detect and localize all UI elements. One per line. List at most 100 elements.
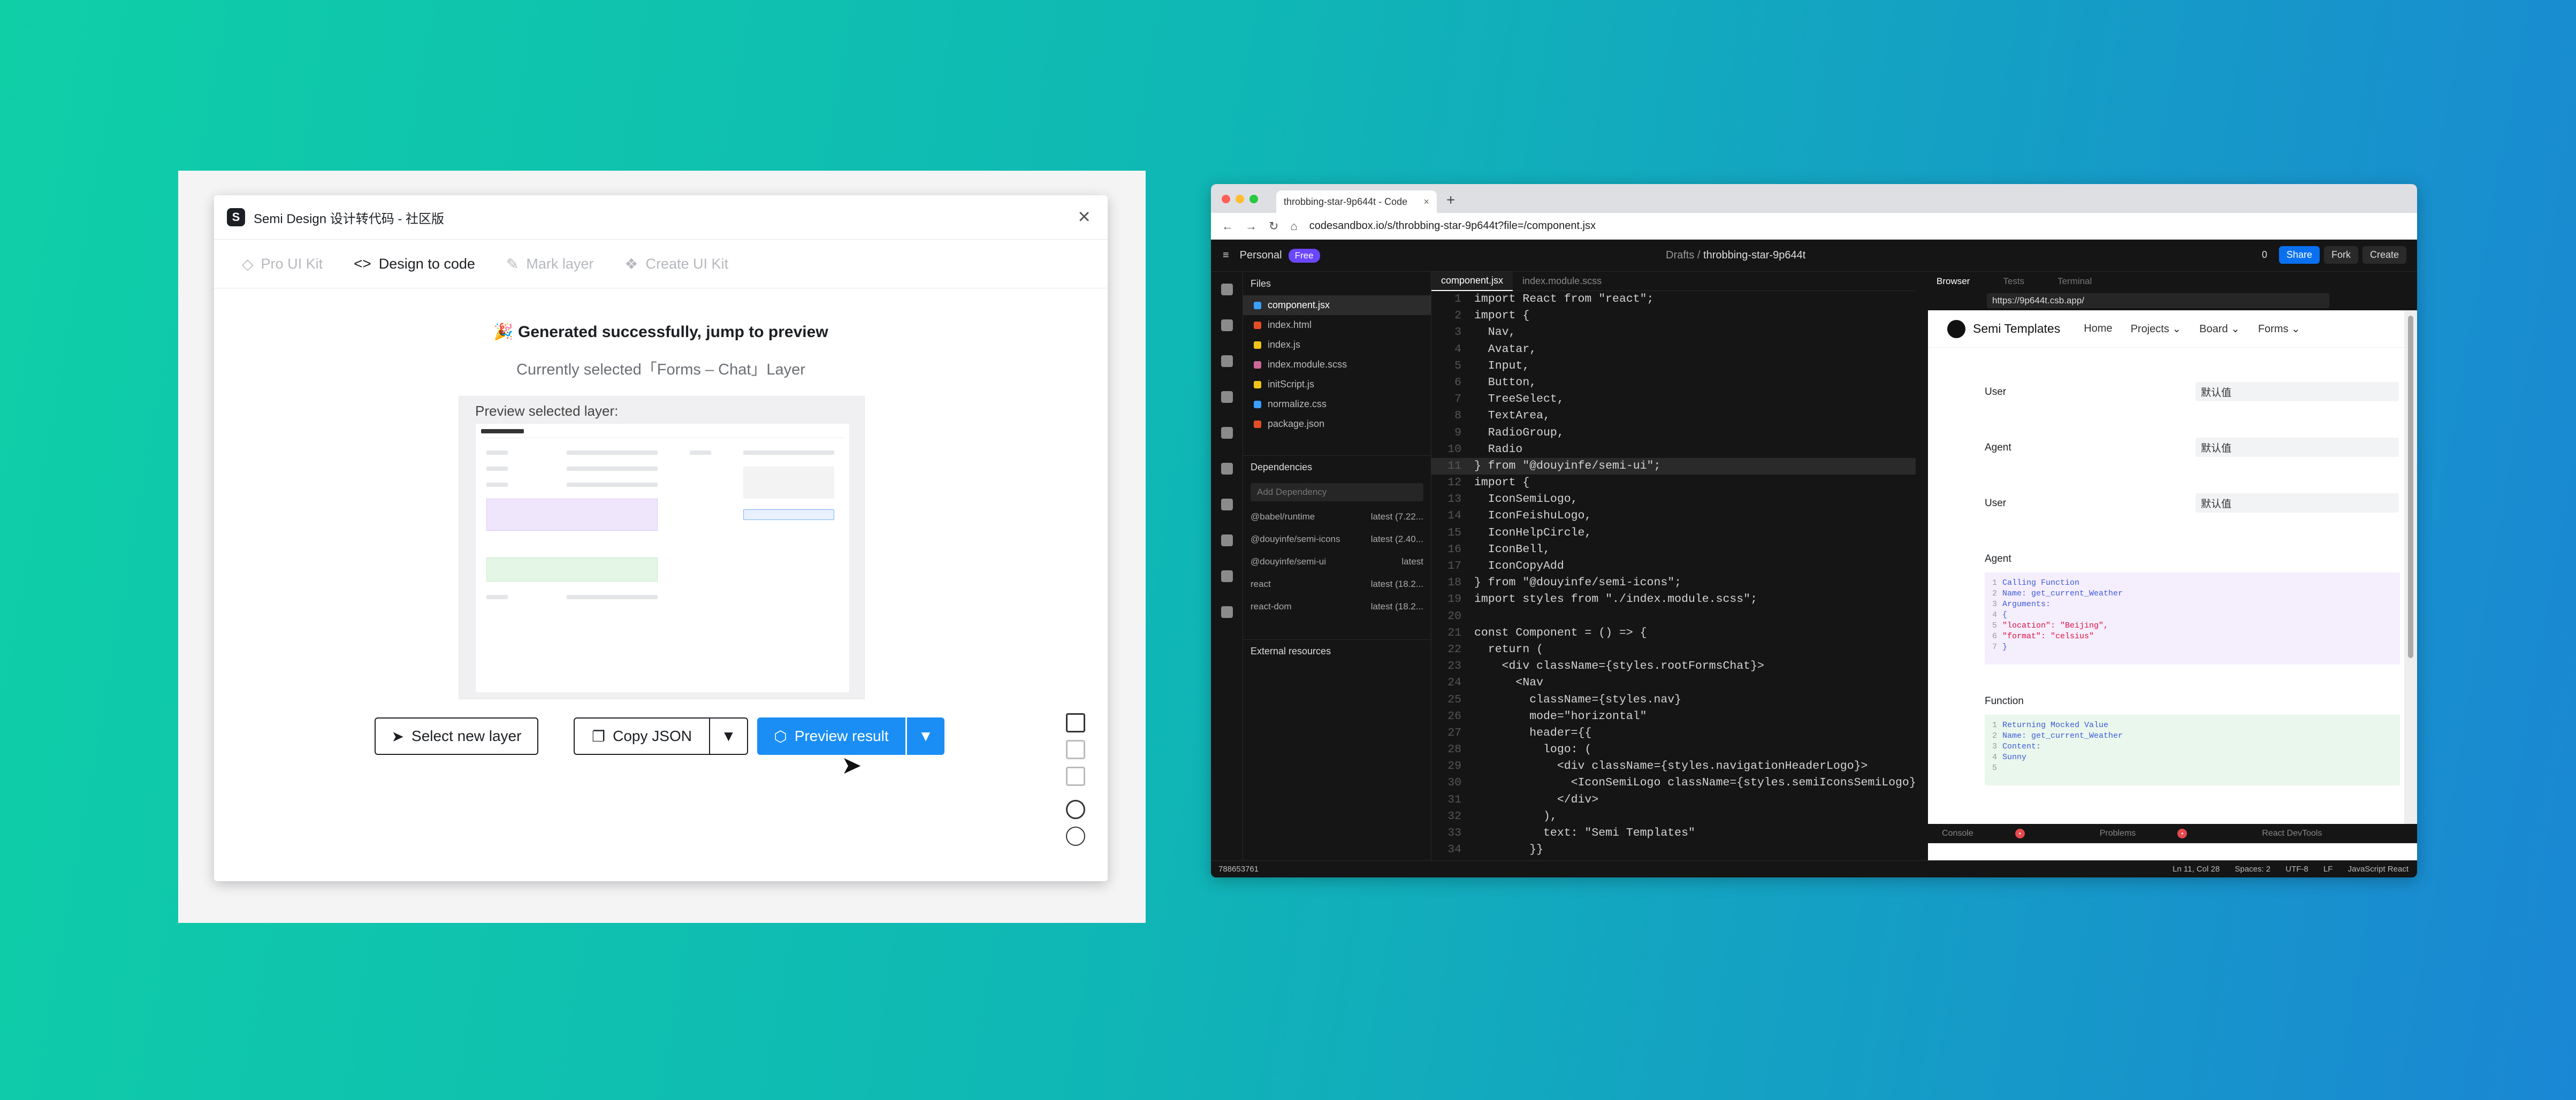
editor-tab[interactable]: component.jsx — [1431, 271, 1513, 291]
code-line[interactable]: 31 </div> — [1431, 792, 1916, 808]
code-line[interactable]: 14 IconFeishuLogo, — [1431, 508, 1916, 524]
code-line[interactable]: 3 Nav, — [1431, 324, 1916, 341]
code-line[interactable]: 15 IconHelpCircle, — [1431, 525, 1916, 541]
pane-url-field[interactable]: https://9p644t.csb.app/ — [1987, 293, 2329, 308]
code-line[interactable]: 17 IconCopyAdd — [1431, 558, 1916, 575]
editor-tab[interactable]: index.module.scss — [1513, 272, 1611, 291]
nav-home[interactable]: Home — [2084, 323, 2112, 335]
browser-tab[interactable]: throbbing-star-9p644t - Code × — [1276, 190, 1437, 213]
menu-icon[interactable]: ≡ — [1223, 249, 1229, 262]
likes-count[interactable]: 0 — [2254, 246, 2275, 264]
code-line[interactable]: 5 Input, — [1431, 358, 1916, 375]
tab-create-ui-kit[interactable]: ❖ Create UI Kit — [624, 255, 728, 273]
files-icon[interactable] — [1221, 319, 1233, 331]
code-line[interactable]: 20 — [1431, 608, 1916, 625]
gear-icon[interactable] — [1066, 800, 1085, 819]
new-tab-icon[interactable]: + — [1446, 192, 1455, 209]
code-line[interactable]: 18} from "@douyinfe/semi-icons"; — [1431, 575, 1916, 591]
preview-result-button[interactable]: ⬡ Preview result — [757, 717, 905, 755]
code-line[interactable]: 27 header={{ — [1431, 725, 1916, 742]
code-line[interactable]: 6 Button, — [1431, 375, 1916, 391]
panel-left-icon[interactable] — [1066, 713, 1085, 732]
forward-icon[interactable]: → — [1245, 219, 1257, 233]
file-item[interactable]: normalize.css — [1243, 394, 1431, 414]
fork-button[interactable]: Fork — [2323, 246, 2358, 264]
code-line[interactable]: 13 IconSemiLogo, — [1431, 491, 1916, 508]
help-icon[interactable] — [1066, 827, 1085, 846]
console-tab[interactable]: Console • — [1942, 829, 2062, 838]
select-new-layer-button[interactable]: ➤ Select new layer — [375, 717, 538, 755]
file-item[interactable]: package.json — [1243, 414, 1431, 434]
tab-pro-ui-kit[interactable]: ◇ Pro UI Kit — [242, 255, 323, 273]
tab-mark-layer[interactable]: ✎ Mark layer — [506, 255, 594, 273]
image-icon[interactable] — [1066, 767, 1085, 786]
sandbox-icon[interactable] — [1221, 284, 1233, 295]
maximize-window-dot[interactable] — [1249, 195, 1258, 203]
problems-tab[interactable]: Problems • — [2100, 829, 2225, 838]
code-line[interactable]: 9 RadioGroup, — [1431, 425, 1916, 441]
file-item[interactable]: index.module.scss — [1243, 355, 1431, 375]
preview-result-dropdown[interactable]: ▼ — [907, 717, 944, 755]
code-line[interactable]: 32 ), — [1431, 808, 1916, 825]
code-line[interactable]: 16 IconBell, — [1431, 541, 1916, 558]
close-window-dot[interactable] — [1222, 195, 1230, 203]
add-dependency-input[interactable]: Add Dependency — [1251, 483, 1423, 501]
files-header[interactable]: Files — [1243, 272, 1431, 295]
dependencies-header[interactable]: Dependencies — [1243, 455, 1431, 479]
code-line[interactable]: 28 logo: ( — [1431, 742, 1916, 758]
dependency-item[interactable]: react latest (18.2... — [1243, 573, 1431, 595]
close-tab-icon[interactable]: × — [1423, 196, 1429, 208]
dependency-item[interactable]: @douyinfe/semi-icons latest (2.40... — [1243, 528, 1431, 551]
field-input[interactable]: 默认值 — [2196, 438, 2399, 457]
preview-scrollbar[interactable] — [2404, 310, 2417, 824]
copy-json-button[interactable]: ❐ Copy JSON — [574, 717, 709, 755]
deploy-icon[interactable] — [1221, 463, 1233, 475]
close-icon[interactable]: × — [1073, 206, 1095, 227]
dependency-item[interactable]: @babel/runtime latest (7.22... — [1243, 506, 1431, 528]
code-content[interactable]: 1 import React from "react"; 2 import {3 Na… — [1431, 291, 1916, 858]
code-line[interactable]: 23 <div className={styles.rootFormsChat}… — [1431, 658, 1916, 675]
code-line[interactable]: 25 className={styles.nav} — [1431, 692, 1916, 708]
code-line[interactable]: 22 return ( — [1431, 641, 1916, 658]
code-line[interactable]: 30 <IconSemiLogo className={styles.semiI… — [1431, 775, 1916, 791]
docker-icon[interactable] — [1221, 534, 1233, 546]
reload-icon[interactable]: ↻ — [1269, 219, 1278, 233]
nav-forms[interactable]: Forms ⌄ — [2258, 322, 2300, 335]
code-line[interactable]: 26 mode="horizontal" — [1431, 708, 1916, 725]
code-line[interactable]: 24 <Nav — [1431, 675, 1916, 691]
code-line[interactable]: 12 import { — [1431, 475, 1916, 491]
share-button[interactable]: Share — [2278, 246, 2320, 264]
dependency-item[interactable]: @douyinfe/semi-ui latest — [1243, 551, 1431, 573]
create-button[interactable]: Create — [2362, 246, 2406, 264]
search-icon[interactable] — [1221, 355, 1233, 367]
github-icon[interactable] — [1221, 427, 1233, 439]
nav-projects[interactable]: Projects ⌄ — [2131, 322, 2182, 335]
code-line[interactable]: 2 import { — [1431, 308, 1916, 324]
url-field[interactable]: codesandbox.io/s/throbbing-star-9p644t?f… — [1309, 220, 1596, 232]
file-item[interactable]: index.html — [1243, 315, 1431, 335]
code-line[interactable]: 33 text: "Semi Templates" — [1431, 825, 1916, 842]
live-icon[interactable] — [1221, 499, 1233, 510]
file-item[interactable]: component.jsx — [1243, 295, 1431, 315]
code-line[interactable]: 4 Avatar, — [1431, 341, 1916, 358]
copy-json-dropdown[interactable]: ▼ — [709, 717, 748, 755]
field-input[interactable]: 默认值 — [2196, 493, 2399, 513]
code-line[interactable]: 11} from "@douyinfe/semi-ui"; — [1431, 457, 1916, 475]
code-line[interactable]: 8 TextArea, — [1431, 408, 1916, 424]
tab-design-to-code[interactable]: <> Design to code — [354, 255, 475, 272]
home-icon[interactable]: ⌂ — [1290, 219, 1297, 233]
tab-tests[interactable]: Tests — [2003, 276, 2024, 287]
react-devtools-tab[interactable]: React DevTools — [2262, 829, 2322, 838]
ai-icon[interactable] — [1221, 606, 1233, 618]
panel-right-icon[interactable] — [1066, 740, 1085, 759]
file-item[interactable]: initScript.js — [1243, 375, 1431, 394]
settings-icon[interactable] — [1221, 391, 1233, 403]
tab-terminal[interactable]: Terminal — [2057, 276, 2092, 287]
code-line[interactable]: 34 }} — [1431, 842, 1916, 858]
dependency-item[interactable]: react-dom latest (18.2... — [1243, 595, 1431, 618]
code-line[interactable]: 19 import styles from "./index.module.scs… — [1431, 591, 1916, 608]
field-input[interactable]: 默认值 — [2196, 382, 2399, 401]
external-resources-header[interactable]: External resources — [1243, 639, 1431, 663]
back-icon[interactable]: ← — [1222, 219, 1233, 233]
tab-browser[interactable]: Browser — [1937, 276, 1970, 287]
